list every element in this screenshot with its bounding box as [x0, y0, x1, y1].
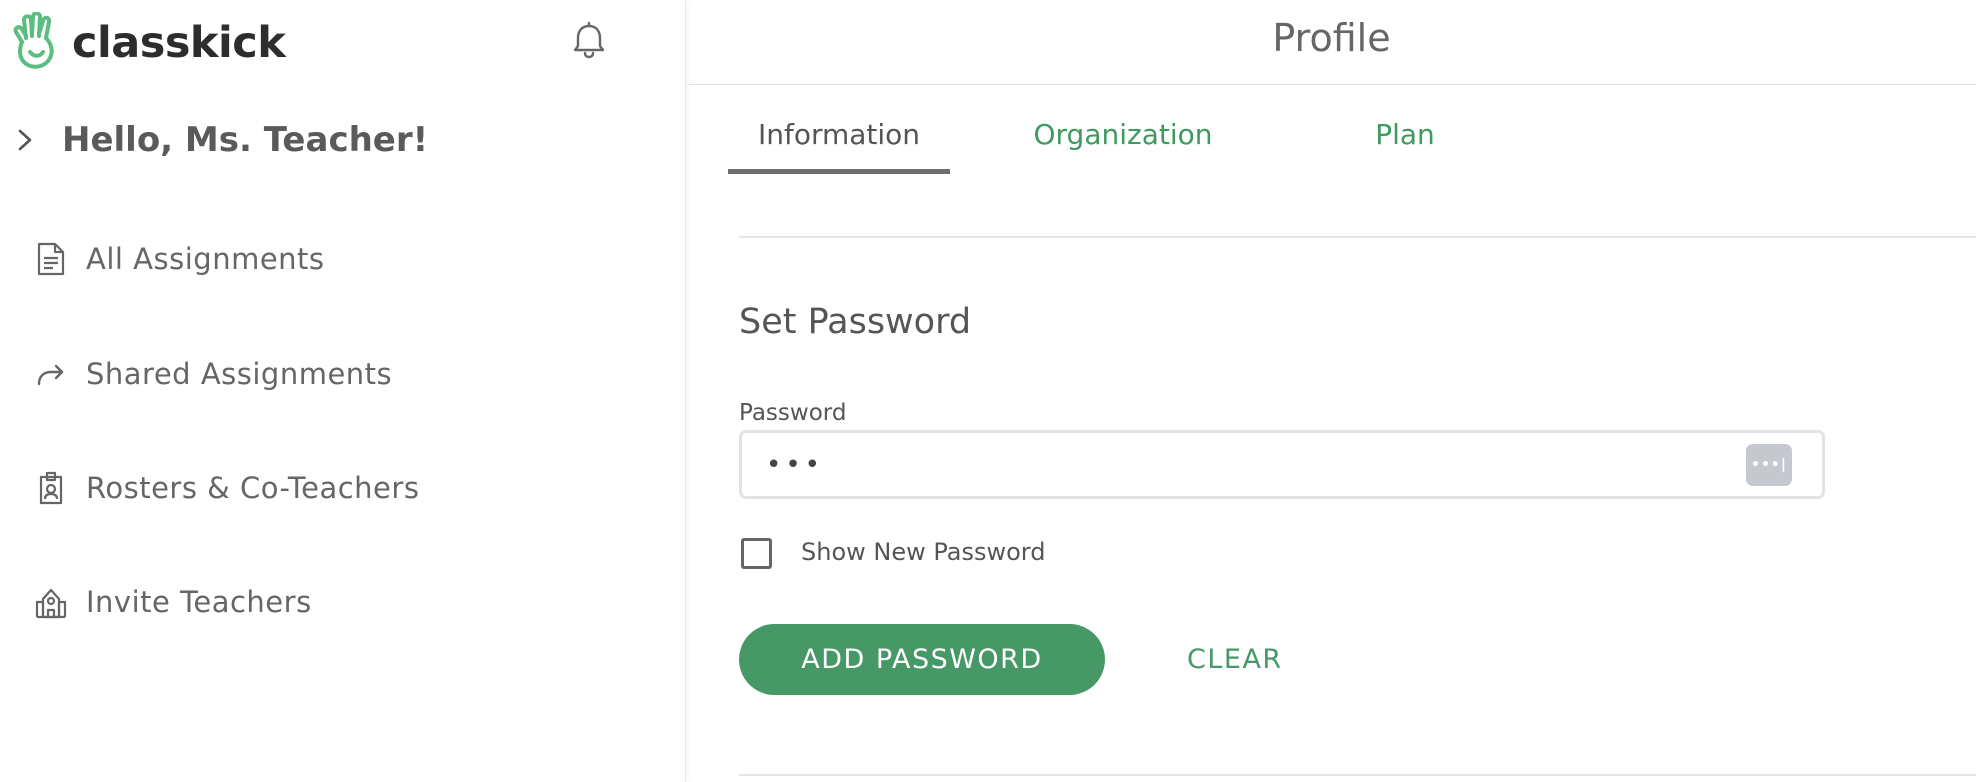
- page-title: Profile: [1272, 16, 1391, 60]
- logo[interactable]: classkick: [8, 11, 286, 74]
- password-autofill-key-icon[interactable]: •••|: [1746, 444, 1792, 486]
- logo-text: classkick: [72, 18, 286, 68]
- password-field[interactable]: ••• •••|: [739, 430, 1825, 499]
- sidebar-item-label: Shared Assignments: [86, 357, 393, 391]
- section-title: Set Password: [739, 302, 972, 342]
- share-arrow-icon: [34, 355, 68, 393]
- document-icon: [34, 240, 68, 278]
- sidebar-item-shared-assignments[interactable]: Shared Assignments: [34, 355, 392, 393]
- tab-organization[interactable]: Organization: [1012, 100, 1234, 174]
- notifications-button[interactable]: [568, 20, 610, 62]
- bell-icon: [568, 21, 610, 66]
- sidebar-item-rosters[interactable]: Rosters & Co-Teachers: [34, 469, 419, 507]
- sidebar-item-all-assignments[interactable]: All Assignments: [34, 240, 325, 278]
- sidebar-item-label: Invite Teachers: [86, 585, 312, 619]
- sidebar-item-label: All Assignments: [86, 242, 325, 276]
- greeting-toggle[interactable]: Hello, Ms. Teacher!: [14, 120, 428, 160]
- sidebar: classkick Hello, Ms. Teacher! All Assign…: [0, 0, 686, 782]
- sidebar-item-label: Rosters & Co-Teachers: [86, 471, 420, 505]
- sidebar-item-invite-teachers[interactable]: Invite Teachers: [34, 583, 312, 621]
- section-divider: [739, 236, 1976, 238]
- password-value: •••: [766, 449, 825, 480]
- tab-information[interactable]: Information: [728, 100, 950, 174]
- clear-button[interactable]: CLEAR: [1187, 624, 1283, 695]
- password-label: Password: [739, 400, 847, 426]
- bottom-divider: [739, 774, 1976, 776]
- tab-plan[interactable]: Plan: [1340, 100, 1470, 174]
- add-password-button[interactable]: ADD PASSWORD: [739, 624, 1105, 695]
- page-header: Profile: [687, 0, 1976, 85]
- show-password-checkbox[interactable]: [741, 538, 772, 569]
- chevron-right-icon: [14, 125, 36, 155]
- autofill-dots: •••|: [1751, 457, 1787, 473]
- hand-logo-icon: [8, 11, 64, 74]
- badge-icon: [34, 469, 68, 507]
- show-password-label[interactable]: Show New Password: [801, 538, 1045, 566]
- greeting-text: Hello, Ms. Teacher!: [62, 120, 429, 160]
- school-icon: [34, 583, 68, 621]
